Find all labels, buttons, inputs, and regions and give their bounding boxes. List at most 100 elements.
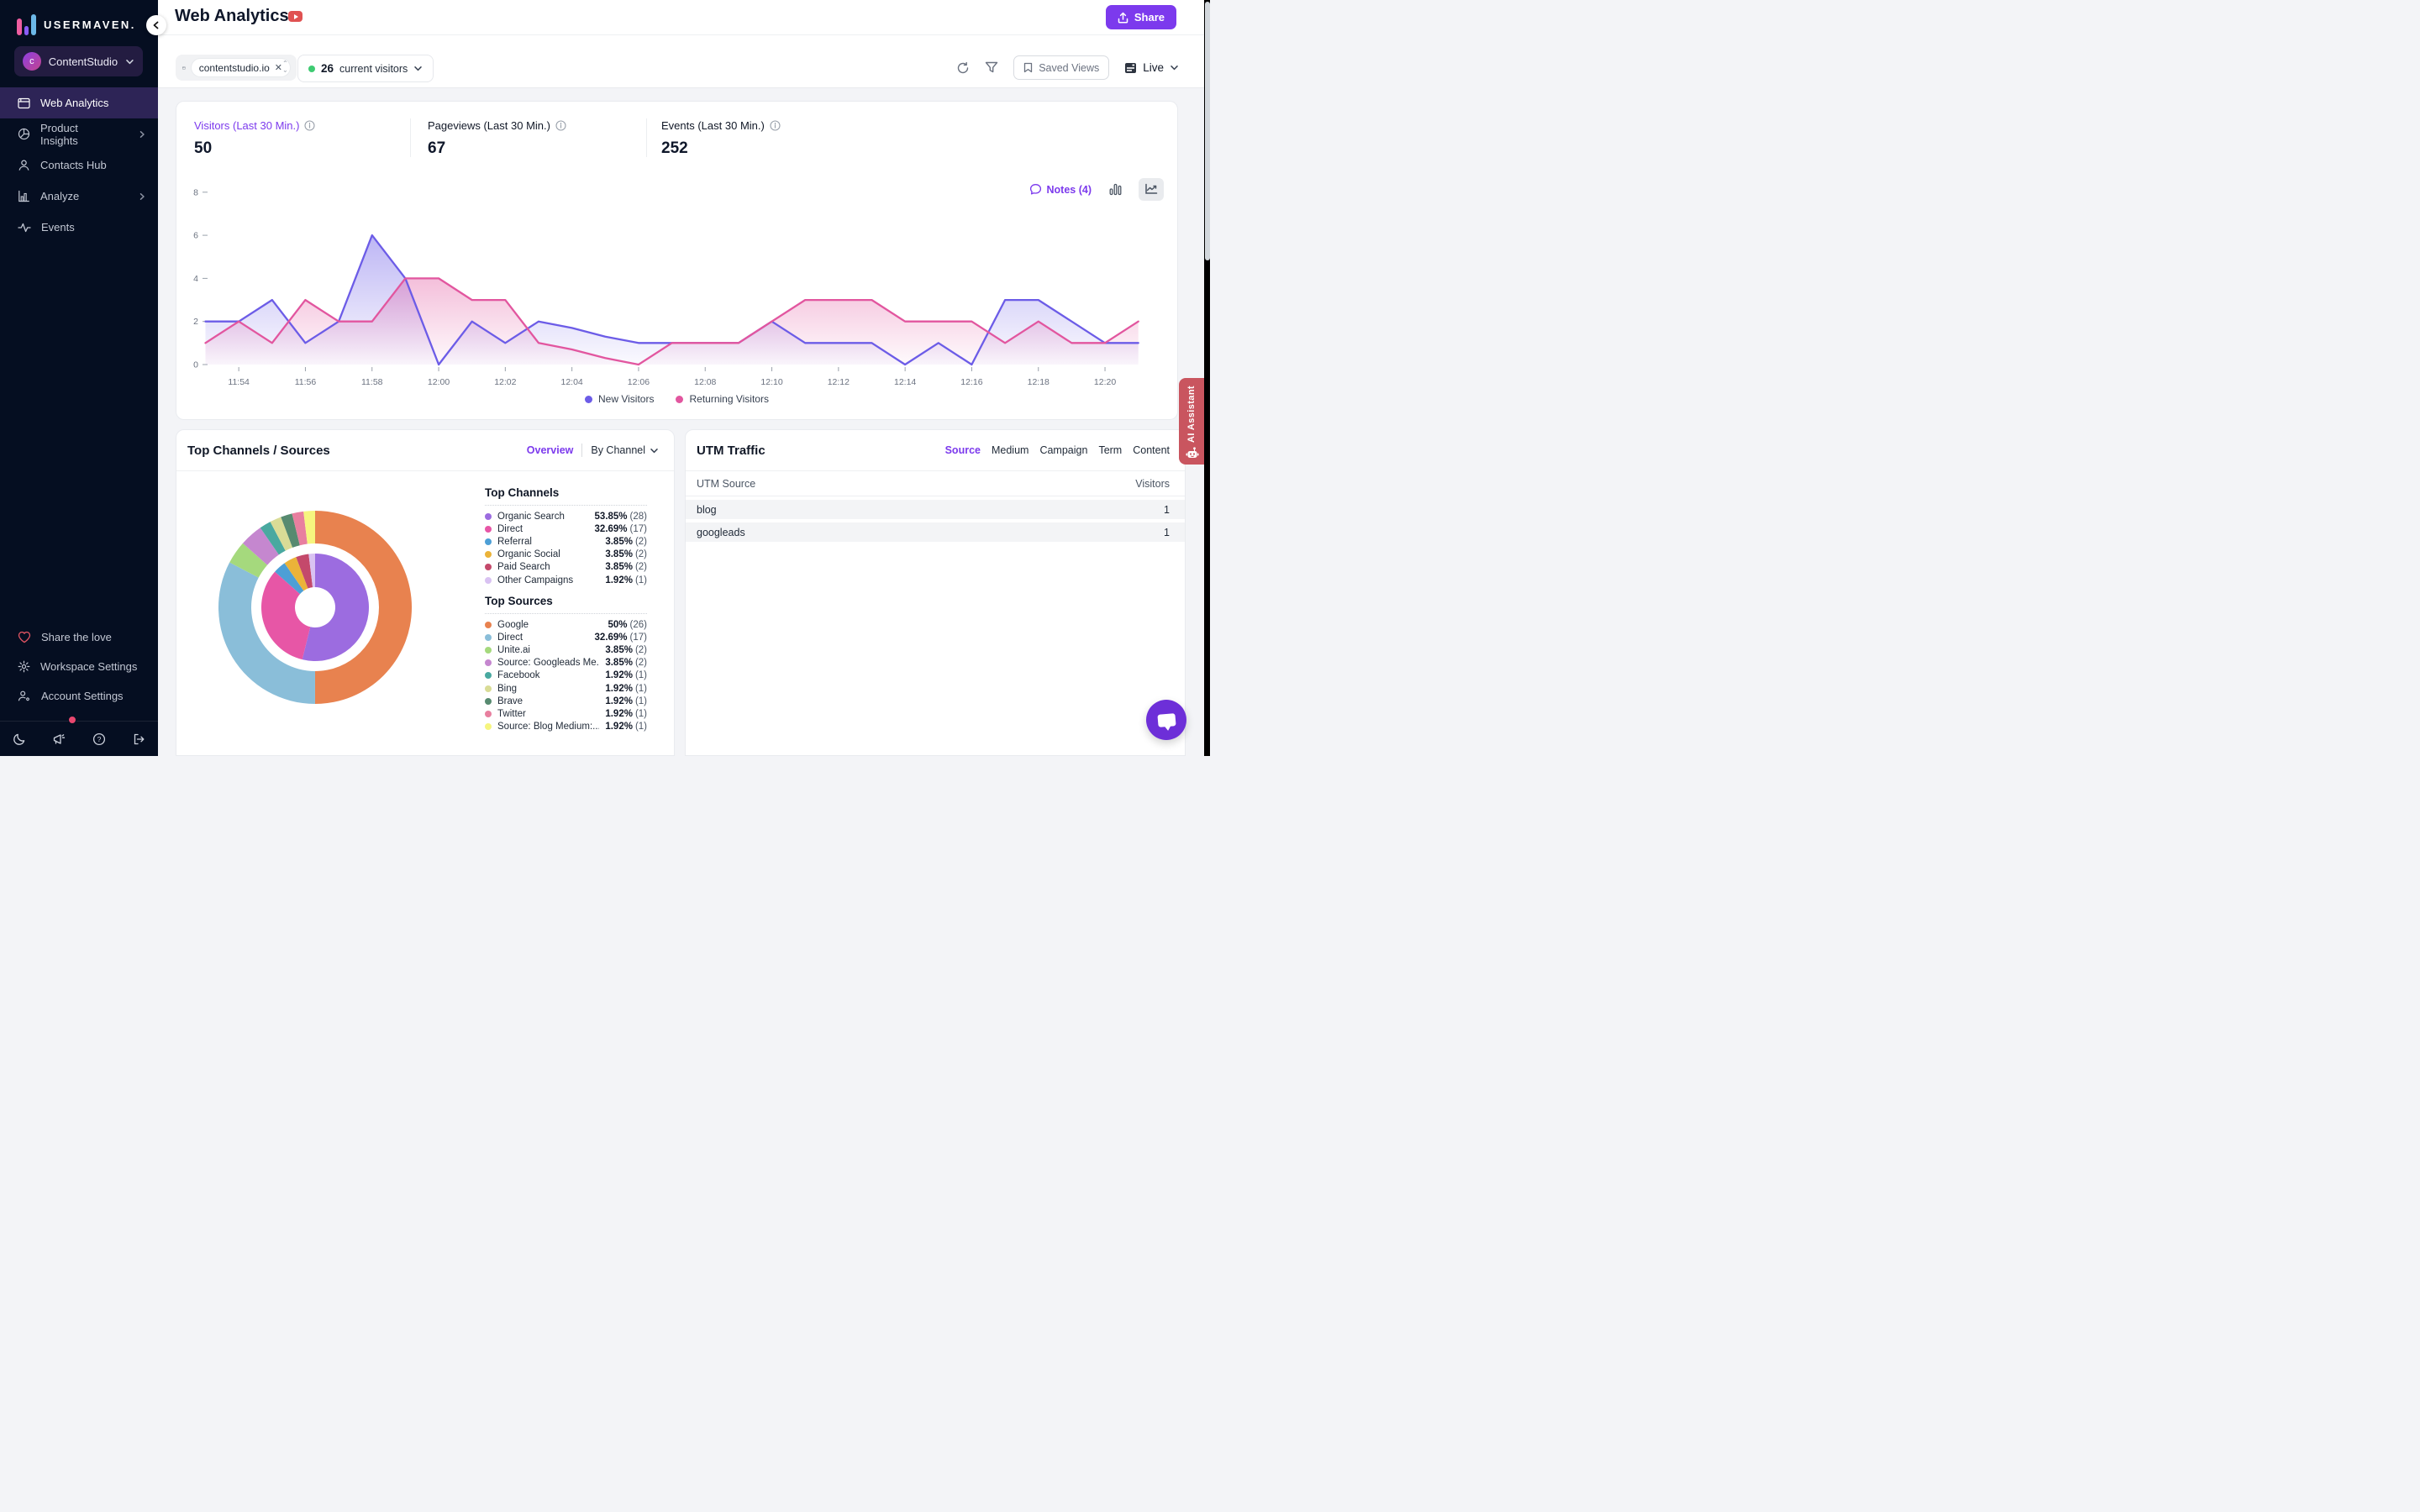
- workspace-selector[interactable]: c ContentStudio: [14, 46, 143, 76]
- live-label: Live: [1143, 61, 1164, 74]
- list-item-value: 3.85% (2): [605, 658, 647, 669]
- utm-tab-source[interactable]: Source: [945, 444, 981, 456]
- svg-text:12:08: 12:08: [694, 377, 716, 387]
- list-item-paid-search[interactable]: Paid Search 3.85% (2): [485, 561, 647, 574]
- sidebar-nav: Web Analytics Product Insights Contacts Hu…: [0, 87, 158, 243]
- logout-icon[interactable]: [132, 732, 145, 746]
- filter-funnel-icon[interactable]: [985, 61, 998, 74]
- utm-row-googleads[interactable]: googleads 1: [686, 522, 1185, 542]
- utm-traffic-card: UTM Traffic Source Medium Campaign Term Cont…: [685, 429, 1186, 756]
- page-scrollbar[interactable]: [1204, 0, 1210, 756]
- visitors-chart-card: Visitors (Last 30 Min.) 50 Pageviews (Last…: [176, 101, 1178, 420]
- utm-tabs: Source Medium Campaign Term Content: [945, 444, 1170, 456]
- list-item-direct[interactable]: Direct 32.69% (17): [485, 631, 647, 643]
- info-icon[interactable]: [770, 120, 781, 131]
- sidebar-footer: Share the love Workspace Settings Account …: [0, 622, 158, 711]
- utm-row-blog[interactable]: blog 1: [686, 500, 1185, 519]
- list-item-label: Bing: [497, 683, 518, 694]
- sidebar-item-share-the-love[interactable]: Share the love: [0, 622, 158, 652]
- svg-text:6: 6: [193, 231, 198, 241]
- announcements-icon[interactable]: [52, 732, 66, 746]
- visitors-line-chart[interactable]: 0 2 4 6 8 11:54 11:56 11:58 12:00 12:02 12:04 12:06…: [176, 169, 1177, 396]
- sidebar-item-product-insights[interactable]: Product Insights: [0, 118, 158, 150]
- utm-tab-campaign[interactable]: Campaign: [1039, 444, 1087, 456]
- dark-mode-icon[interactable]: [13, 732, 26, 746]
- divider: [581, 444, 583, 457]
- current-visitors-pill[interactable]: 26 current visitors: [297, 55, 434, 82]
- sidebar-item-analyze[interactable]: Analyze: [0, 181, 158, 212]
- list-item-referral[interactable]: Referral 3.85% (2): [485, 535, 647, 548]
- list-item-google[interactable]: Google 50% (26): [485, 618, 647, 631]
- svg-text:12:16: 12:16: [960, 377, 982, 387]
- domain-chip[interactable]: contentstudio.io ✕: [191, 59, 290, 76]
- page-header: Web Analytics Share: [158, 0, 1204, 35]
- channels-sources-donut[interactable]: [176, 472, 485, 757]
- by-channel-dropdown[interactable]: By Channel: [591, 444, 659, 456]
- sidebar-item-contacts-hub[interactable]: Contacts Hub: [0, 150, 158, 181]
- chevron-down-icon: [126, 59, 134, 64]
- share-button[interactable]: Share: [1105, 5, 1176, 29]
- filter-bar: contentstudio.io ✕ ⌃ ⌃ 26 current visitor…: [158, 34, 1204, 88]
- chevron-down-icon: [650, 448, 658, 453]
- info-icon[interactable]: [304, 120, 316, 131]
- sidebar-item-events[interactable]: Events: [0, 212, 158, 243]
- chevron-right-icon: [138, 192, 146, 201]
- svg-text:2: 2: [193, 317, 198, 327]
- list-item-label: Twitter: [497, 708, 526, 719]
- sidebar: USERMAVEN. c ContentStudio Web Analytics…: [0, 0, 166, 756]
- list-item-label: Direct: [497, 523, 523, 534]
- chevron-right-icon: [138, 130, 146, 139]
- domain-stepper[interactable]: ⌃ ⌃: [282, 60, 288, 74]
- list-item-value: 50% (26): [608, 619, 647, 630]
- chat-widget-button[interactable]: [1146, 700, 1186, 740]
- utm-tab-term[interactable]: Term: [1098, 444, 1122, 456]
- list-item-bing[interactable]: Bing 1.92% (1): [485, 682, 647, 695]
- list-item-source-blog-medium[interactable]: Source: Blog Medium:... 1.92% (1): [485, 721, 647, 733]
- gear-icon: [18, 660, 30, 673]
- list-item-direct[interactable]: Direct 32.69% (17): [485, 522, 647, 535]
- color-dot: [485, 633, 492, 641]
- stat-visitors-last-30-min: Visitors (Last 30 Min.) 50: [194, 119, 316, 158]
- utm-panel-header: UTM Traffic Source Medium Campaign Term Cont…: [686, 430, 1185, 471]
- list-item-value: 32.69% (17): [594, 632, 647, 643]
- list-item-organic-search[interactable]: Organic Search 53.85% (28): [485, 510, 647, 522]
- svg-text:12:18: 12:18: [1028, 377, 1050, 387]
- sidebar-item-account-settings[interactable]: Account Settings: [0, 681, 158, 711]
- list-item-twitter[interactable]: Twitter 1.92% (1): [485, 707, 647, 720]
- overview-tab[interactable]: Overview: [527, 444, 574, 456]
- legend-returning-visitors[interactable]: Returning Visitors: [676, 393, 769, 405]
- svg-text:11:58: 11:58: [361, 377, 383, 387]
- youtube-tutorial-icon[interactable]: [288, 11, 302, 22]
- refresh-icon[interactable]: [956, 61, 970, 75]
- list-item-unite-ai[interactable]: Unite.ai 3.85% (2): [485, 643, 647, 656]
- close-icon[interactable]: ✕: [275, 62, 282, 73]
- sidebar-item-workspace-settings[interactable]: Workspace Settings: [0, 652, 158, 681]
- current-visitors-count: 26: [321, 62, 334, 75]
- list-item-brave[interactable]: Brave 1.92% (1): [485, 695, 647, 707]
- scrollbar-thumb[interactable]: [1204, 2, 1210, 260]
- list-item-organic-social[interactable]: Organic Social 3.85% (2): [485, 549, 647, 561]
- utm-col-source: UTM Source: [697, 477, 756, 490]
- list-item-label: Referral: [497, 536, 532, 547]
- help-icon[interactable]: ?: [92, 732, 106, 746]
- list-item-source-googleads-me[interactable]: Source: Googleads Me... 3.85% (2): [485, 657, 647, 669]
- saved-views-button[interactable]: Saved Views: [1013, 55, 1110, 80]
- ai-assistant-tab[interactable]: AI Assistant: [1179, 378, 1204, 465]
- list-item-value: 1.92% (1): [605, 670, 647, 681]
- legend-dot: [585, 395, 593, 403]
- sidebar-item-web-analytics[interactable]: Web Analytics: [0, 87, 158, 118]
- utm-panel-title: UTM Traffic: [697, 443, 765, 458]
- sidebar-collapse-button[interactable]: [146, 15, 166, 35]
- utm-tab-content[interactable]: Content: [1133, 444, 1170, 456]
- domain-filter[interactable]: contentstudio.io ✕: [176, 55, 297, 81]
- list-item-facebook[interactable]: Facebook 1.92% (1): [485, 669, 647, 682]
- list-item-other-campaigns[interactable]: Other Campaigns 1.92% (1): [485, 574, 647, 586]
- date-range-selector[interactable]: Live: [1124, 61, 1179, 74]
- legend-new-visitors[interactable]: New Visitors: [585, 393, 654, 405]
- list-item-value: 3.85% (2): [605, 644, 647, 655]
- color-dot: [485, 672, 492, 680]
- upload-icon: [1118, 12, 1128, 23]
- utm-tab-medium[interactable]: Medium: [992, 444, 1028, 456]
- utm-col-visitors: Visitors: [1135, 477, 1170, 490]
- info-icon[interactable]: [555, 120, 566, 131]
